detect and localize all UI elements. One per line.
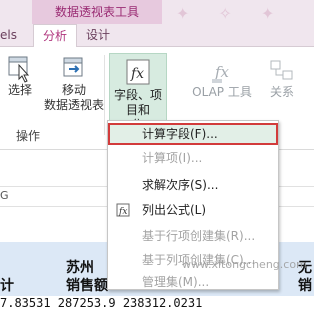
select-button[interactable]: 选择: [2, 55, 38, 98]
list-formulas-icon: fx: [116, 203, 130, 217]
menu-item-calculated-field[interactable]: 计算字段(F)...: [108, 123, 278, 145]
tab-previous[interactable]: els: [0, 24, 17, 46]
cell-right-sales: 销: [298, 278, 312, 294]
svg-text:fx: fx: [118, 207, 127, 217]
fx-icon: fx: [126, 59, 150, 85]
group-separator: [104, 55, 105, 135]
svg-text:fx: fx: [214, 63, 230, 81]
move-label-1: 移动: [61, 83, 86, 97]
select-label: 选择: [7, 83, 32, 97]
relationships-button[interactable]: 关系: [262, 57, 302, 100]
menu-item-calculated-item[interactable]: 计算项(I)...: [108, 147, 278, 169]
ribbon-tabs: els 分析 设计: [0, 24, 314, 48]
site-watermark: www.xitongcheng.com: [182, 258, 307, 271]
tab-analyze[interactable]: 分析: [33, 24, 77, 48]
select-icon: [8, 56, 30, 83]
move-pivot-icon: [63, 57, 83, 77]
menu-item-solve-order[interactable]: 求解次序(S)...: [108, 174, 278, 196]
values-row: 7.83531 287253.9 238312.0231: [0, 296, 203, 310]
column-header-g: G: [0, 189, 9, 202]
fields-label-1: 字段、项目和: [113, 88, 162, 117]
relationships-label: 关系: [269, 85, 294, 99]
olap-tools-button[interactable]: fx OLAP 工具: [186, 57, 258, 100]
olap-label: OLAP 工具: [192, 85, 252, 99]
menu-item-create-set-rows[interactable]: 基于行项创建集(R)...: [108, 225, 278, 247]
move-pivot-button[interactable]: 移动 数据透视表: [40, 55, 108, 113]
ribbon-title-strip: 数据透视表工具 ✦ ✧ ✦ ✧: [0, 0, 314, 42]
menu-item-manage-sets[interactable]: 管理集(M)...: [108, 271, 278, 293]
svg-text:fx: fx: [130, 66, 144, 82]
relationships-icon: [270, 60, 293, 80]
move-label-2: 数据透视表: [43, 98, 104, 112]
olap-icon: fx: [212, 63, 230, 83]
menu-item-list-formulas[interactable]: fx 列出公式(L): [108, 199, 278, 221]
cell-suzhou: 苏州: [66, 260, 94, 276]
cell-left: 计: [0, 278, 14, 294]
tab-design[interactable]: 设计: [86, 24, 110, 46]
actions-group-label: 操作: [16, 129, 41, 143]
fields-items-sets-button[interactable]: fx 字段、项目和 集: [109, 53, 167, 132]
cell-suzhou-sales: 销售额: [66, 278, 108, 294]
pivot-tools-context-title: 数据透视表工具: [32, 0, 162, 24]
